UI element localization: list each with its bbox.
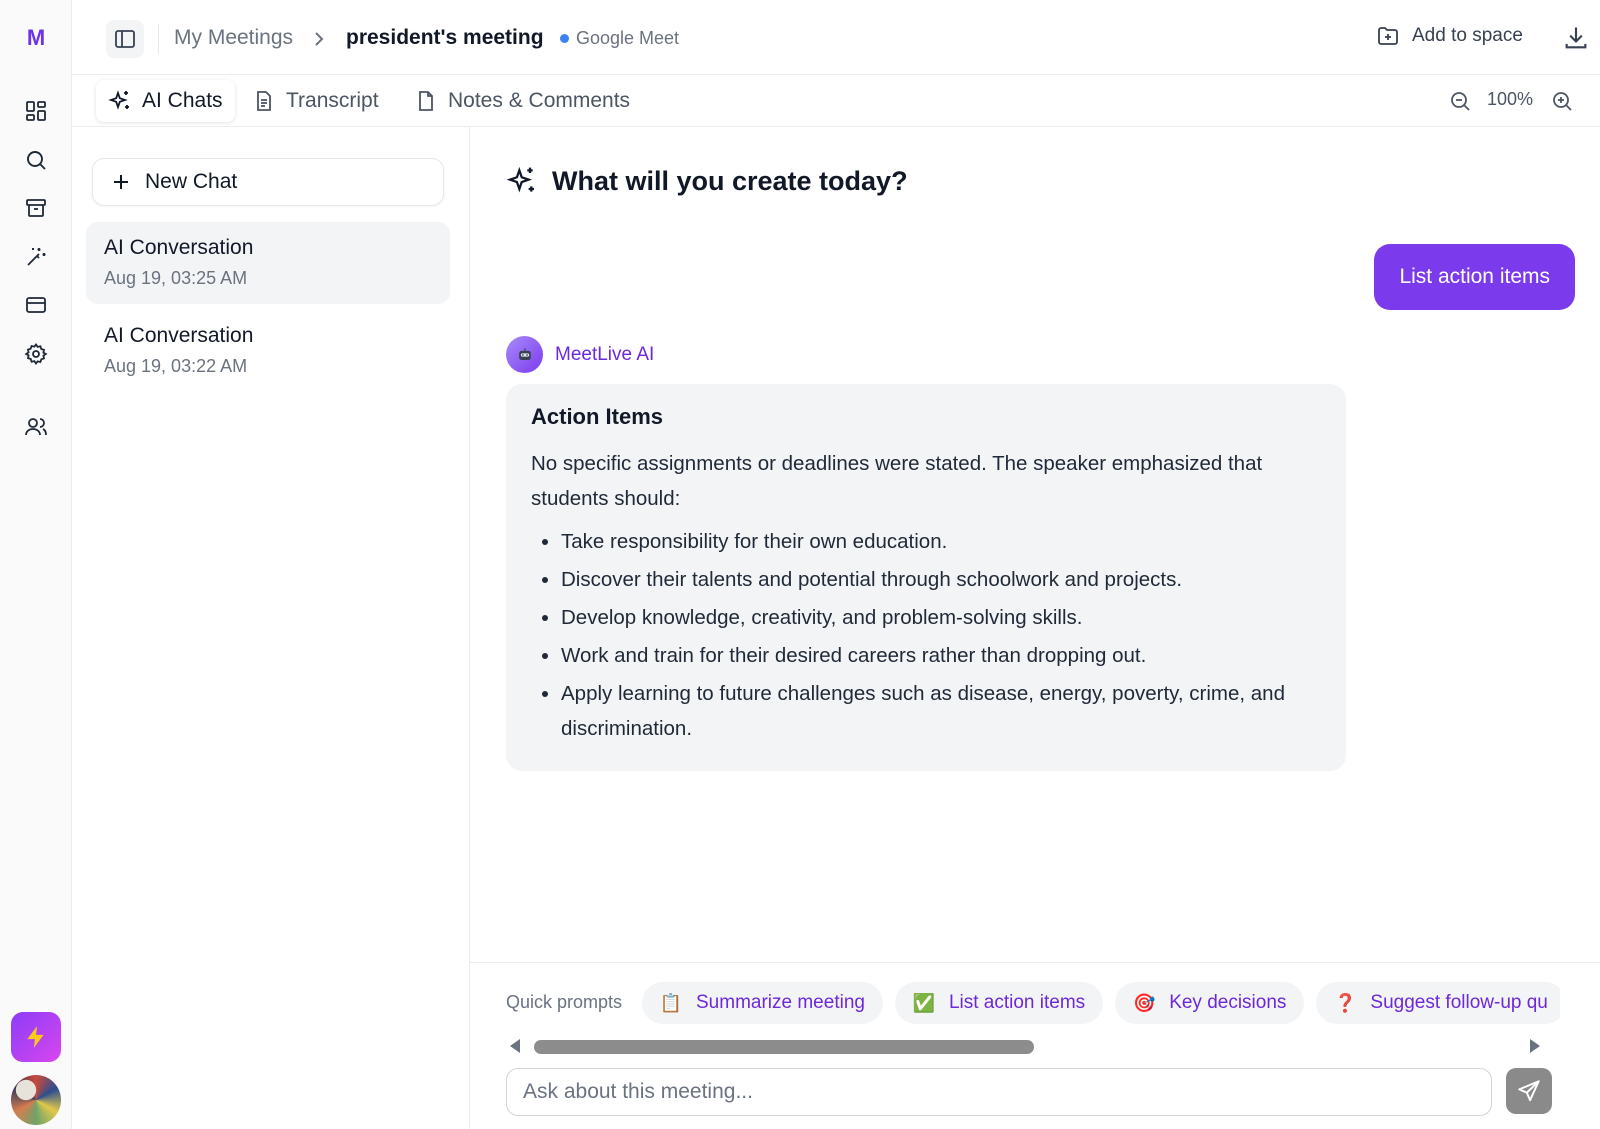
tab-ai-chats-label: AI Chats xyxy=(142,89,223,112)
list-item: Develop knowledge, creativity, and probl… xyxy=(561,600,1321,635)
quick-prompt-label: Summarize meeting xyxy=(696,992,865,1013)
tab-notes-comments[interactable]: Notes & Comments xyxy=(402,80,642,122)
zoom-level: 100% xyxy=(1487,89,1534,109)
composer: Quick prompts 📋 Summarize meeting ✅ List… xyxy=(470,962,1600,1129)
conversation-item[interactable]: AI Conversation Aug 19, 03:22 AM xyxy=(86,310,450,392)
quick-prompt-summarize[interactable]: 📋 Summarize meeting xyxy=(642,982,883,1024)
list-item: Work and train for their desired careers… xyxy=(561,638,1321,673)
lightning-icon xyxy=(27,1026,44,1048)
horizontal-scrollbar-thumb[interactable] xyxy=(534,1040,1034,1054)
breadcrumb-my-meetings[interactable]: My Meetings xyxy=(174,26,293,50)
app-logo[interactable]: M xyxy=(22,24,50,52)
scroll-right-arrow[interactable] xyxy=(1530,1039,1540,1053)
chevron-right-icon xyxy=(315,32,324,46)
app-rail: M xyxy=(0,0,72,1129)
download-icon[interactable] xyxy=(1562,24,1590,52)
sparkles-icon xyxy=(108,90,129,110)
rail-magic-button[interactable] xyxy=(22,243,50,271)
rail-settings-button[interactable] xyxy=(22,340,50,368)
assistant-name: MeetLive AI xyxy=(555,343,655,365)
list-item: Discover their talents and potential thr… xyxy=(561,562,1321,597)
assistant-header: MeetLive AI xyxy=(506,336,654,373)
quick-prompt-follow-up[interactable]: ❓ Suggest follow-up qu xyxy=(1316,982,1560,1024)
conversation-title: AI Conversation xyxy=(104,236,254,259)
quick-prompts-label: Quick prompts xyxy=(506,992,623,1012)
zoom-in-icon[interactable] xyxy=(1550,89,1574,113)
scroll-left-arrow[interactable] xyxy=(510,1039,520,1053)
tab-transcript[interactable]: Transcript xyxy=(240,80,391,122)
sidebar-panel-icon xyxy=(115,30,135,48)
add-to-space-button[interactable]: Add to space xyxy=(1376,24,1523,48)
target-icon: 🎯 xyxy=(1132,992,1156,1013)
new-chat-button[interactable]: New Chat xyxy=(92,158,444,206)
ask-meeting-input[interactable] xyxy=(506,1068,1492,1116)
quick-prompts-scroller[interactable]: 📋 Summarize meeting ✅ List action items … xyxy=(642,982,1560,1026)
quick-prompts: 📋 Summarize meeting ✅ List action items … xyxy=(642,982,1560,1024)
grid-icon xyxy=(26,101,46,121)
quick-prompt-label: Suggest follow-up qu xyxy=(1370,992,1548,1013)
quick-prompt-key-decisions[interactable]: 🎯 Key decisions xyxy=(1115,982,1305,1024)
credit-card-icon xyxy=(26,297,46,313)
action-items-list: Take responsibility for their own educat… xyxy=(531,524,1321,746)
new-chat-label: New Chat xyxy=(145,170,238,193)
quick-prompt-label: List action items xyxy=(948,992,1086,1013)
upgrade-button[interactable] xyxy=(11,1012,61,1062)
users-icon xyxy=(25,418,47,436)
chat-hero-title: What will you create today? xyxy=(552,165,908,196)
conversation-item[interactable]: AI Conversation Aug 19, 03:25 AM xyxy=(86,222,450,304)
sparkles-icon xyxy=(506,166,534,193)
response-heading: Action Items xyxy=(531,404,664,429)
chat-hero: What will you create today? xyxy=(506,165,908,197)
assistant-avatar xyxy=(506,336,543,373)
toolbar-divider xyxy=(158,24,159,54)
tab-ai-chats[interactable]: AI Chats xyxy=(96,80,235,122)
file-icon xyxy=(419,91,433,111)
add-to-space-label: Add to space xyxy=(1412,25,1523,46)
rail-archive-button[interactable] xyxy=(22,194,50,222)
content-tabs: AI Chats Transcript Notes & Comments 100… xyxy=(72,75,1600,127)
response-intro: No specific assignments or deadlines wer… xyxy=(531,452,1263,510)
rail-search-button[interactable] xyxy=(22,146,50,174)
list-item: Take responsibility for their own educat… xyxy=(561,524,1321,559)
quick-prompt-action-items[interactable]: ✅ List action items xyxy=(894,982,1104,1024)
archive-icon xyxy=(26,199,46,217)
platform-status-dot xyxy=(560,34,569,43)
user-avatar[interactable] xyxy=(11,1075,61,1125)
robot-icon xyxy=(518,347,531,360)
list-item: Apply learning to future challenges such… xyxy=(561,676,1321,746)
page-title: president's meeting xyxy=(346,26,544,49)
send-button[interactable] xyxy=(1506,1068,1552,1114)
document-icon xyxy=(257,91,271,111)
send-icon xyxy=(1518,1080,1540,1102)
quick-prompt-label: Key decisions xyxy=(1169,992,1287,1013)
assistant-message: Action Items No specific assignments or … xyxy=(506,384,1346,771)
magic-wand-icon xyxy=(27,248,46,266)
check-box-icon: ✅ xyxy=(912,992,936,1013)
search-icon xyxy=(27,151,46,170)
conversation-date: Aug 19, 03:25 AM xyxy=(104,268,248,288)
conversation-title: AI Conversation xyxy=(104,324,254,347)
conversation-date: Aug 19, 03:22 AM xyxy=(104,356,248,376)
user-message: List action items xyxy=(1374,244,1575,310)
folder-plus-icon xyxy=(1378,27,1398,45)
rail-billing-button[interactable] xyxy=(22,291,50,319)
zoom-out-icon[interactable] xyxy=(1448,89,1472,113)
question-mark-icon: ❓ xyxy=(1334,992,1357,1013)
sidebar-toggle-button[interactable] xyxy=(106,20,144,58)
plus-icon xyxy=(114,175,128,189)
tab-notes-comments-label: Notes & Comments xyxy=(448,89,631,112)
rail-dashboard-button[interactable] xyxy=(22,97,50,125)
gear-icon xyxy=(24,342,48,366)
tab-transcript-label: Transcript xyxy=(286,89,379,112)
chat-history-panel: New Chat AI Conversation Aug 19, 03:25 A… xyxy=(72,127,470,1129)
top-bar: My Meetings president's meeting Google M… xyxy=(72,0,1600,75)
platform-label: Google Meet xyxy=(576,28,680,48)
clipboard-icon: 📋 xyxy=(659,992,683,1013)
chat-main: What will you create today? List action … xyxy=(470,127,1600,1129)
rail-team-button[interactable] xyxy=(22,413,50,441)
